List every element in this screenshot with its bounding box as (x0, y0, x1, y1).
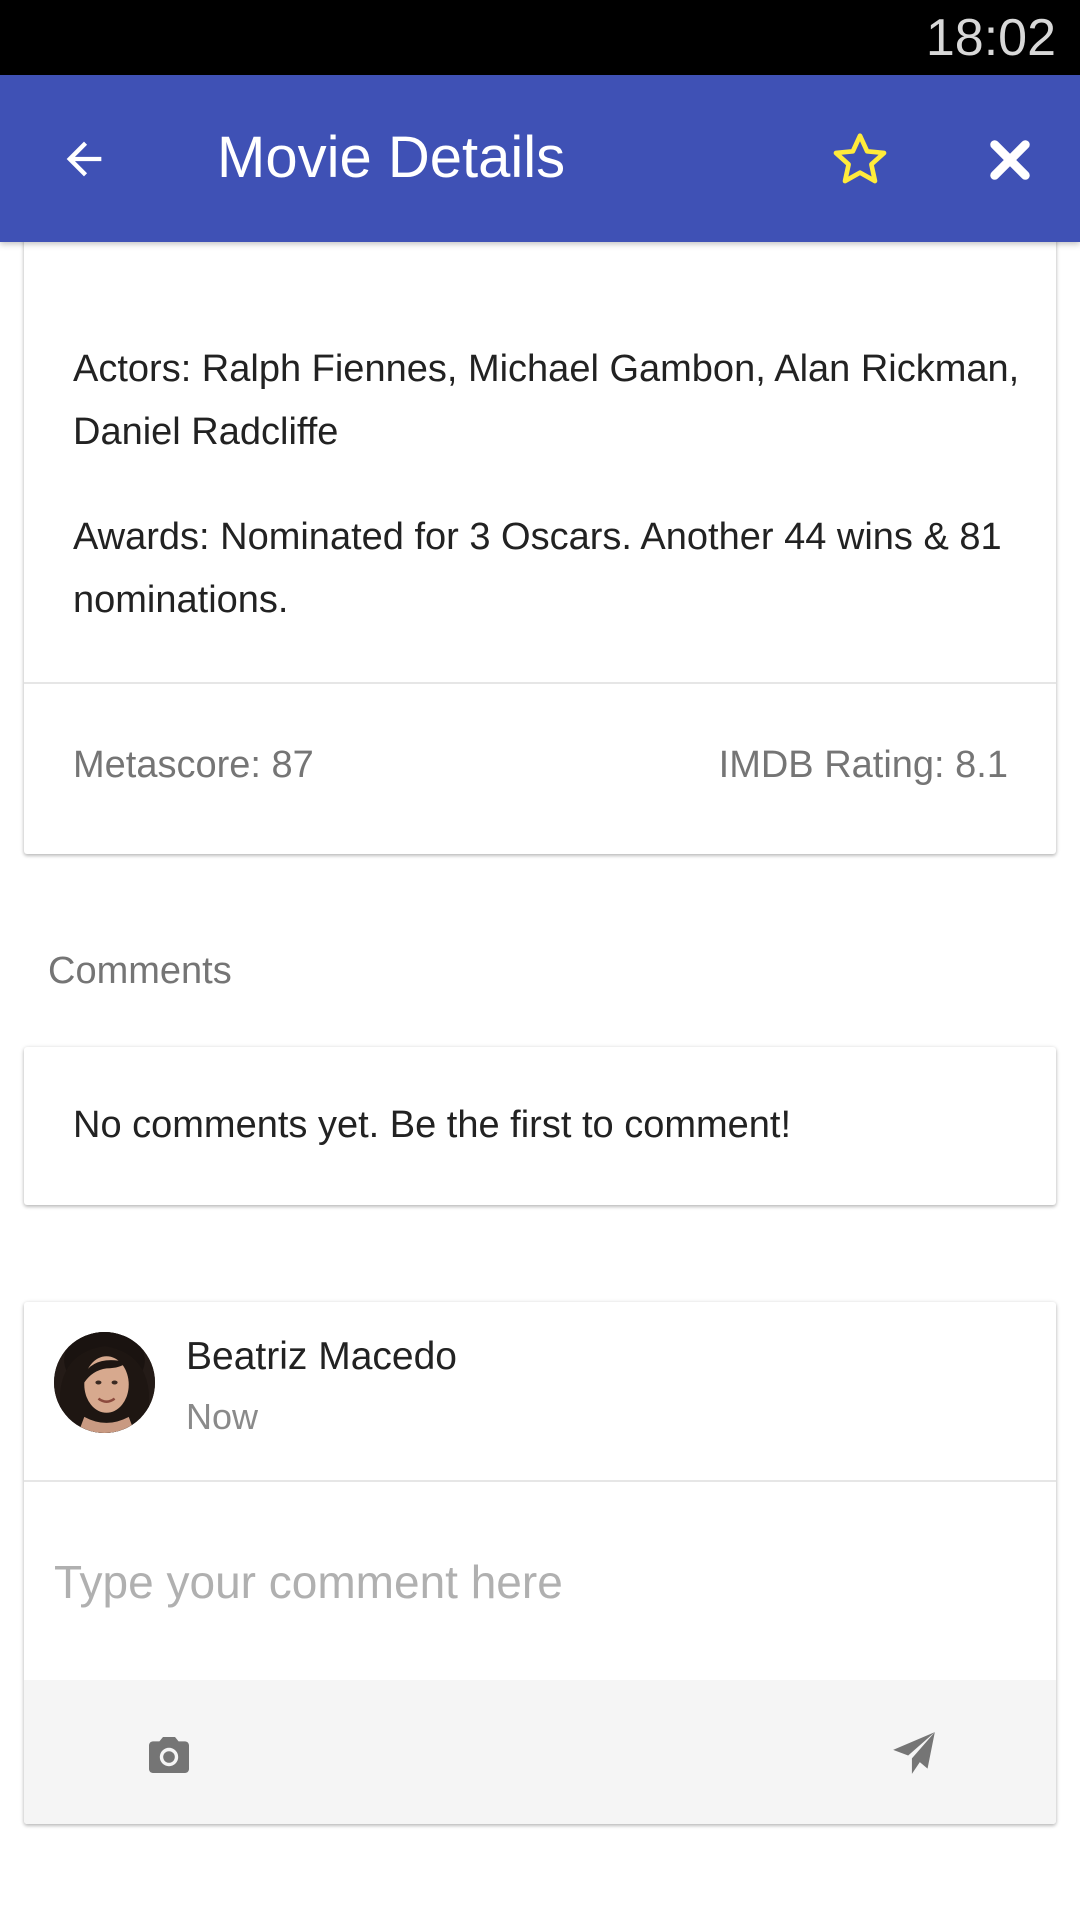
camera-icon (149, 1737, 189, 1773)
comment-compose-card: Beatriz Macedo Now (24, 1302, 1056, 1824)
user-name: Beatriz Macedo (186, 1335, 457, 1378)
page-title: Movie Details (217, 125, 566, 190)
actors-text: Actors: Ralph Fiennes, Michael Gambon, A… (73, 348, 1020, 453)
camera-button[interactable] (134, 1720, 204, 1790)
imdb-rating-text: IMDB Rating: 8.1 (718, 744, 1008, 786)
comment-time: Now (186, 1396, 259, 1437)
send-icon (893, 1732, 935, 1774)
back-button[interactable] (42, 117, 126, 201)
app-bar: Movie Details (0, 75, 1080, 242)
comments-section-label: Comments (48, 950, 232, 992)
send-button[interactable] (879, 1718, 949, 1788)
empty-comments-message: No comments yet. Be the first to comment… (73, 1104, 792, 1146)
status-bar: 18:02 (0, 0, 1080, 75)
user-avatar-image (54, 1332, 155, 1433)
star-outline-icon (833, 133, 887, 184)
comment-input[interactable] (24, 1482, 1056, 1682)
comments-card: No comments yet. Be the first to comment… (24, 1047, 1056, 1205)
card-divider (24, 682, 1056, 684)
metascore-text: Metascore: 87 (73, 744, 314, 786)
status-time: 18:02 (925, 9, 1056, 67)
compose-toolbar (24, 1680, 1056, 1824)
close-button[interactable] (965, 115, 1055, 205)
awards-text: Awards: Nominated for 3 Oscars. Another … (73, 516, 1002, 621)
movie-details-card: Writers: Actors: Ralph Fiennes, Michael … (24, 200, 1056, 854)
close-icon (990, 140, 1030, 180)
avatar (54, 1332, 155, 1433)
favorite-button[interactable] (815, 115, 905, 205)
arrow-back-icon (66, 141, 102, 177)
